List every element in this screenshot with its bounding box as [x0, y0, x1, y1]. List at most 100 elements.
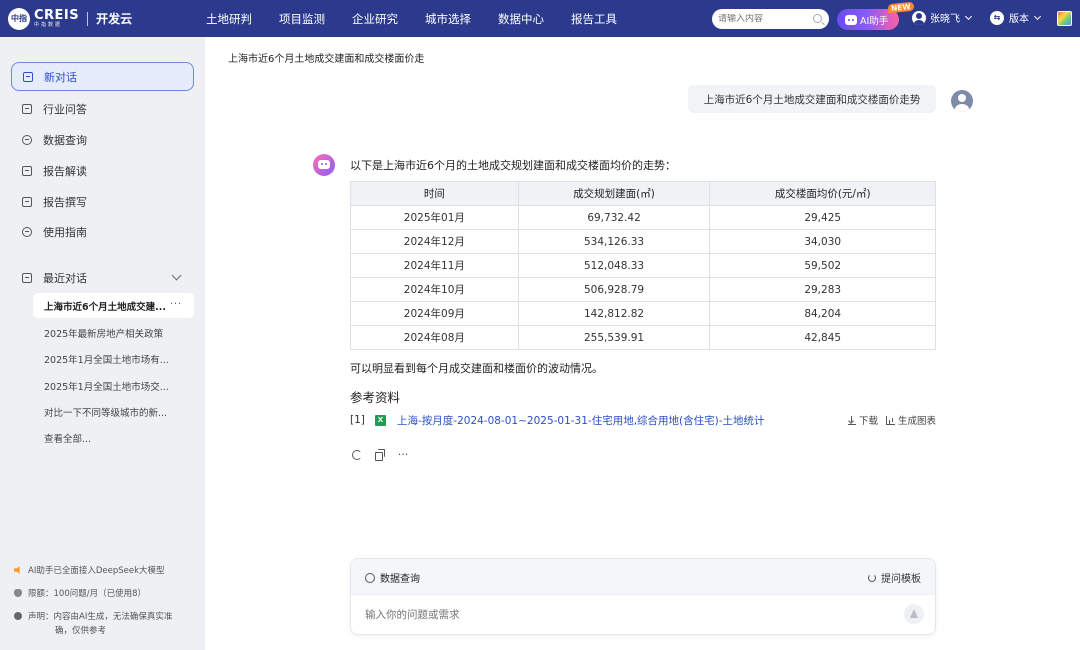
logo-subtitle: 中指数据	[34, 22, 63, 28]
table-cell: 142,812.82	[517, 301, 711, 326]
main-nav: 土地研判 项目监测 企业研究 城市选择 数据中心 报告工具	[206, 11, 644, 27]
excel-icon: X	[375, 414, 386, 426]
reference-actions: 下载 生成图表	[840, 413, 936, 427]
swap-icon: ⇆	[990, 10, 1004, 25]
recent-chat-title: 上海市近6个月土地成交建...	[44, 301, 166, 313]
shield-icon	[14, 589, 22, 597]
download-button[interactable]: 下载	[847, 413, 878, 427]
table-row: 2025年01月 69,732.42 29,425	[350, 205, 936, 230]
logo-divider	[87, 11, 89, 26]
generate-chart-button[interactable]: 生成图表	[885, 413, 936, 427]
sidebar-item-guide[interactable]: 使用指南	[22, 224, 87, 240]
column-header-price: 成交楼面均价(元/㎡)	[709, 181, 936, 206]
reference-link[interactable]: 上海-按月度-2024-08-01~2025-01-31-住宅用地,综合用地(含…	[397, 413, 765, 428]
disclaimer-line-1: 声明：内容由AI生成，无法确保真实准	[28, 612, 173, 622]
chat-icon	[22, 273, 32, 283]
guide-icon	[22, 227, 32, 237]
recent-chat-item[interactable]: 2025年1月全国土地市场有...	[44, 352, 174, 366]
table-cell: 255,539.91	[517, 325, 711, 350]
table-cell: 506,928.79	[517, 277, 711, 302]
sidebar-item-report-reading[interactable]: 报告解读	[22, 163, 87, 179]
refresh-icon	[868, 573, 876, 582]
new-chat-button[interactable]: 新对话	[11, 62, 194, 91]
nav-report-tools[interactable]: 报告工具	[571, 11, 617, 27]
nav-enterprise-research[interactable]: 企业研究	[352, 11, 398, 27]
query-mode-label: 数据查询	[380, 574, 420, 585]
new-badge: NEW	[887, 1, 915, 14]
recent-chat-item[interactable]: 2025年1月全国土地市场交...	[44, 379, 174, 393]
send-button[interactable]	[904, 604, 924, 624]
ai-notice-text: AI助手已全面接入DeepSeek大模型	[28, 566, 165, 576]
chevron-down-icon	[1033, 12, 1042, 20]
recent-chats-toggle[interactable]: 最近对话	[22, 270, 184, 286]
quota-text: 限额：100问题/月（已使用8）	[28, 589, 146, 599]
user-avatar-icon	[912, 10, 926, 25]
message-toolbar: ···	[350, 448, 419, 462]
table-cell: 29,283	[709, 277, 936, 302]
user-menu[interactable]: 张晓飞	[912, 10, 973, 25]
table-cell: 59,502	[709, 253, 936, 278]
composer-toolbar: 数据查询 提问模板	[351, 559, 935, 595]
disclaimer: 声明：内容由AI生成，无法确保真实准 确，仅供参考	[14, 610, 172, 638]
logo-brand: CREIS	[34, 8, 80, 23]
composer: 数据查询 提问模板	[350, 558, 936, 635]
table-row: 2024年12月 534,126.33 34,030	[350, 229, 936, 254]
sidebar-item-label: 使用指南	[43, 226, 87, 239]
sidebar-item-report-writing[interactable]: 报告撰写	[22, 194, 87, 210]
table-cell: 42,845	[709, 325, 936, 350]
nav-data-center[interactable]: 数据中心	[498, 11, 544, 27]
view-all-link[interactable]: 查看全部...	[44, 431, 174, 445]
app-switcher-icon[interactable]	[1057, 11, 1072, 26]
table-row: 2024年08月 255,539.91 42,845	[350, 325, 936, 350]
assistant-avatar	[313, 154, 335, 176]
nav-land-analysis[interactable]: 土地研判	[206, 11, 252, 27]
doc-icon	[22, 104, 32, 114]
version-menu[interactable]: ⇆ 版本	[990, 10, 1042, 25]
new-chat-label: 新对话	[44, 70, 77, 84]
question-templates-label: 提问模板	[881, 574, 921, 585]
nav-project-monitor[interactable]: 项目监测	[279, 11, 325, 27]
search-input[interactable]	[718, 14, 808, 24]
nav-city-selection[interactable]: 城市选择	[425, 11, 471, 27]
sidebar: 新对话 行业问答 数据查询 报告解读 报告撰写 使用指南 最近对话 上海市近6个…	[0, 37, 205, 650]
table-cell: 34,030	[709, 229, 936, 254]
compass-icon	[22, 135, 32, 145]
query-mode-button[interactable]: 数据查询	[365, 570, 420, 585]
speaker-icon	[14, 566, 20, 574]
generate-chart-label: 生成图表	[897, 416, 936, 427]
table-cell: 2024年12月	[350, 229, 519, 254]
sidebar-item-industry-qa[interactable]: 行业问答	[22, 101, 87, 117]
refresh-icon[interactable]	[350, 448, 364, 462]
chevron-down-icon	[171, 270, 182, 281]
robot-icon	[845, 14, 857, 25]
recent-chats-title: 最近对话	[43, 272, 87, 285]
more-icon[interactable]: ···	[396, 448, 410, 462]
copy-icon[interactable]	[373, 448, 387, 462]
table-cell: 69,732.42	[517, 205, 711, 230]
more-icon[interactable]: ···	[170, 299, 182, 310]
search-icon[interactable]	[813, 14, 822, 23]
land-stats-table: 时间 成交规划建面(㎡) 成交楼面均价(元/㎡) 2025年01月 69,732…	[350, 181, 936, 350]
logo[interactable]: 中指 CREIS 中指数据 开发云	[8, 7, 198, 30]
recent-chat-item[interactable]: 2025年最新房地产相关政策	[44, 326, 174, 340]
table-row: 2024年10月 506,928.79 29,283	[350, 277, 936, 302]
references-title: 参考资料	[350, 390, 401, 405]
recent-chat-active[interactable]: 上海市近6个月土地成交建... ···	[33, 293, 194, 318]
user-name: 张晓飞	[930, 14, 960, 25]
disclaimer-text: 声明：内容由AI生成，无法确保真实准 确，仅供参考	[28, 610, 172, 638]
report-icon	[22, 166, 32, 176]
quota-notice: 限额：100问题/月（已使用8）	[14, 587, 146, 599]
compass-icon	[365, 572, 375, 583]
ai-notice: AI助手已全面接入DeepSeek大模型	[14, 564, 165, 576]
chevron-down-icon	[964, 12, 973, 20]
info-icon	[14, 612, 22, 620]
recent-chat-item[interactable]: 对比一下不同等级城市的新...	[44, 405, 174, 419]
sidebar-item-label: 报告解读	[43, 165, 87, 178]
message-input[interactable]	[365, 607, 885, 623]
sidebar-item-label: 报告撰写	[43, 196, 87, 209]
question-templates-button[interactable]: 提问模板	[868, 570, 921, 585]
sidebar-item-label: 数据查询	[43, 134, 87, 147]
reference-item: [1] X 上海-按月度-2024-08-01~2025-01-31-住宅用地,…	[350, 412, 936, 428]
table-cell: 2024年09月	[350, 301, 519, 326]
sidebar-item-data-query[interactable]: 数据查询	[22, 132, 87, 148]
